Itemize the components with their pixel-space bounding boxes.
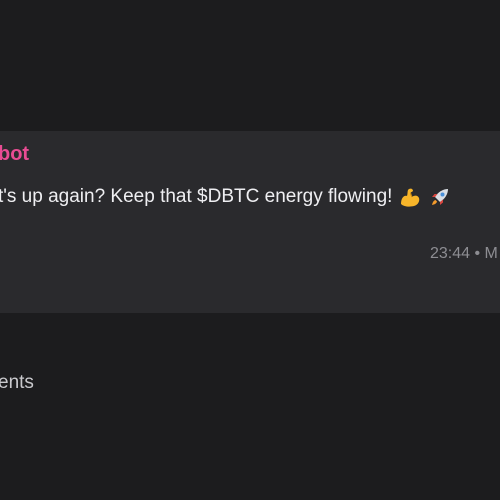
message-body: t's up again? Keep that $DBTC energy flo… bbox=[0, 183, 452, 211]
message-text: t's up again? Keep that $DBTC energy flo… bbox=[0, 186, 393, 207]
message-bubble[interactable]: bot t's up again? Keep that $DBTC energy… bbox=[0, 131, 500, 313]
message-timestamp: 23:44 • M bbox=[430, 245, 498, 262]
comments-link[interactable]: ents bbox=[0, 372, 34, 394]
sender-name[interactable]: bot bbox=[0, 143, 29, 166]
rocket-icon bbox=[428, 185, 452, 209]
chat-screen: bot t's up again? Keep that $DBTC energy… bbox=[0, 0, 500, 500]
flexed-biceps-icon bbox=[398, 185, 422, 209]
